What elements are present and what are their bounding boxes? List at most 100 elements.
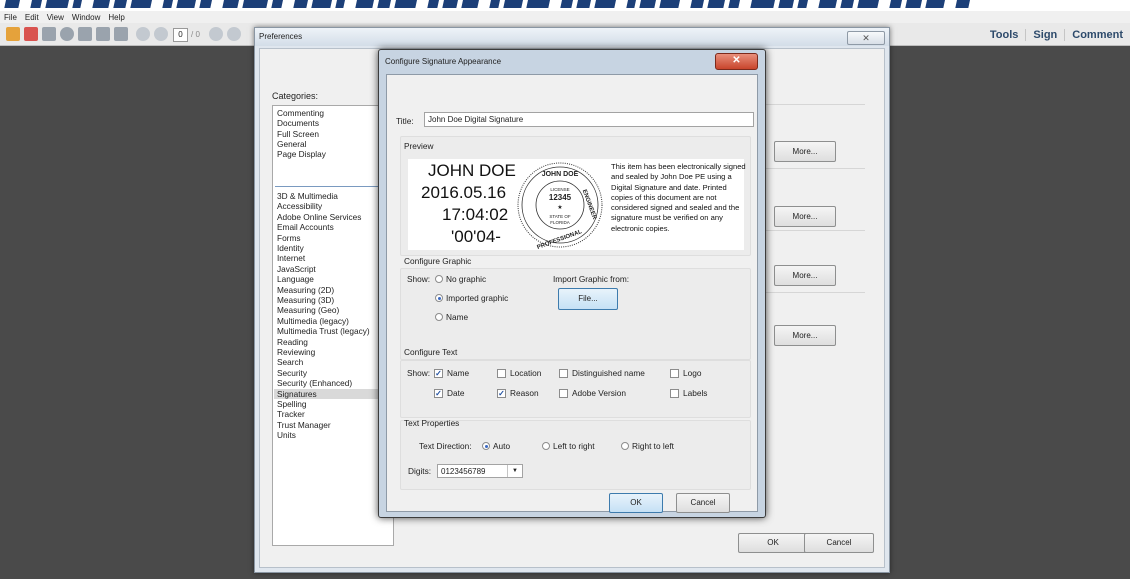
direction-auto-radio[interactable] bbox=[482, 442, 490, 450]
direction-ltr-radio[interactable] bbox=[542, 442, 550, 450]
menu-edit[interactable]: Edit bbox=[25, 13, 39, 22]
direction-ltr-label[interactable]: Left to right bbox=[553, 441, 595, 451]
preferences-cancel-button[interactable]: Cancel bbox=[804, 533, 874, 553]
category-item[interactable]: Trust Manager bbox=[277, 420, 331, 430]
category-item[interactable]: Reading bbox=[277, 337, 308, 347]
print-icon[interactable] bbox=[96, 27, 110, 41]
preferences-close-button[interactable]: ✕ bbox=[847, 31, 885, 45]
next-page-icon[interactable] bbox=[154, 27, 168, 41]
more-button[interactable]: More... bbox=[774, 265, 836, 286]
category-item[interactable]: JavaScript bbox=[277, 264, 316, 274]
menu-help[interactable]: Help bbox=[108, 13, 124, 22]
categories-list[interactable]: Commenting Documents Full Screen General Pag… bbox=[272, 105, 394, 546]
text-option-label[interactable]: Logo bbox=[683, 368, 701, 378]
imported-graphic-radio[interactable] bbox=[435, 294, 443, 302]
engineer-seal-icon: JOHN DOE LICENSE 12345 ★ STATE OF FLORID… bbox=[517, 162, 603, 249]
dialog-ok-button[interactable]: OK bbox=[609, 493, 663, 513]
text-option-checkbox[interactable]: ✓ bbox=[434, 369, 443, 378]
dialog-cancel-button[interactable]: Cancel bbox=[676, 493, 730, 513]
text-option-checkbox[interactable] bbox=[670, 369, 679, 378]
preview-statement: This item has been electronically signed… bbox=[611, 162, 746, 233]
email-icon[interactable] bbox=[114, 27, 128, 41]
edit-document-icon[interactable] bbox=[42, 27, 56, 41]
no-graphic-label[interactable]: No graphic bbox=[446, 274, 486, 284]
category-item[interactable]: 3D & Multimedia bbox=[277, 191, 338, 201]
sign-tab[interactable]: Sign bbox=[1025, 28, 1064, 41]
text-option-checkbox[interactable] bbox=[559, 369, 568, 378]
category-item[interactable]: Email Accounts bbox=[277, 222, 334, 232]
category-item[interactable]: Spelling bbox=[277, 399, 307, 409]
text-option-label[interactable]: Date bbox=[447, 388, 465, 398]
text-option-label[interactable]: Location bbox=[510, 368, 541, 378]
text-option-label[interactable]: Name bbox=[447, 368, 469, 378]
digits-value: 0123456789 bbox=[441, 467, 486, 476]
category-item[interactable]: Units bbox=[277, 430, 296, 440]
direction-auto-label[interactable]: Auto bbox=[493, 441, 510, 451]
category-item[interactable]: Identity bbox=[277, 243, 304, 253]
menu-view[interactable]: View bbox=[47, 13, 64, 22]
menu-window[interactable]: Window bbox=[72, 13, 100, 22]
text-option-label[interactable]: Adobe Version bbox=[572, 388, 626, 398]
category-item[interactable]: Measuring (Geo) bbox=[277, 305, 339, 315]
text-option-checkbox[interactable] bbox=[497, 369, 506, 378]
text-option-checkbox[interactable] bbox=[559, 389, 568, 398]
text-option-checkbox[interactable]: ✓ bbox=[434, 389, 443, 398]
zoom-out-icon[interactable] bbox=[209, 27, 223, 41]
title-input[interactable] bbox=[424, 112, 754, 127]
category-item[interactable]: Internet bbox=[277, 253, 305, 263]
imported-graphic-label[interactable]: Imported graphic bbox=[446, 293, 508, 303]
category-item[interactable]: Tracker bbox=[277, 409, 305, 419]
category-item[interactable]: Language bbox=[277, 274, 314, 284]
more-button[interactable]: More... bbox=[774, 141, 836, 162]
more-button[interactable]: More... bbox=[774, 325, 836, 346]
category-item[interactable]: Security (Enhanced) bbox=[277, 378, 352, 388]
chevron-down-icon[interactable]: ▼ bbox=[507, 465, 522, 477]
category-item[interactable]: Adobe Online Services bbox=[277, 212, 361, 222]
create-icon[interactable] bbox=[6, 27, 20, 41]
text-properties-group bbox=[400, 420, 751, 490]
cloud-icon[interactable] bbox=[60, 27, 74, 41]
digits-select[interactable]: 0123456789 ▼ bbox=[437, 464, 523, 478]
configure-text-label: Configure Text bbox=[404, 347, 458, 357]
category-item[interactable]: Reviewing bbox=[277, 347, 315, 357]
category-item[interactable]: Commenting bbox=[277, 108, 324, 118]
category-item[interactable]: Multimedia (legacy) bbox=[277, 316, 349, 326]
prev-page-icon[interactable] bbox=[136, 27, 150, 41]
category-item[interactable]: Search bbox=[277, 357, 303, 367]
category-item[interactable]: Forms bbox=[277, 233, 301, 243]
zoom-in-icon[interactable] bbox=[227, 27, 241, 41]
category-item[interactable]: General bbox=[277, 139, 307, 149]
category-item[interactable]: Multimedia Trust (legacy) bbox=[277, 326, 370, 336]
category-item-selected[interactable]: Signatures bbox=[274, 388, 393, 399]
category-item[interactable]: Full Screen bbox=[277, 129, 319, 139]
dialog-close-button[interactable]: ✕ bbox=[715, 53, 758, 70]
text-option-label[interactable]: Distinguished name bbox=[572, 368, 645, 378]
menubar: File Edit View Window Help bbox=[0, 11, 1130, 23]
combine-icon[interactable] bbox=[24, 27, 38, 41]
name-graphic-label[interactable]: Name bbox=[446, 312, 468, 322]
text-option-checkbox[interactable] bbox=[670, 389, 679, 398]
preview-name: JOHN DOE bbox=[428, 161, 516, 180]
text-option-checkbox[interactable]: ✓ bbox=[497, 389, 506, 398]
text-option-label[interactable]: Labels bbox=[683, 388, 707, 398]
tools-tab[interactable]: Tools bbox=[983, 29, 1026, 41]
category-item[interactable]: Security bbox=[277, 368, 307, 378]
category-item[interactable]: Measuring (2D) bbox=[277, 285, 334, 295]
category-item[interactable]: Page Display bbox=[277, 149, 326, 159]
text-option-label[interactable]: Reason bbox=[510, 388, 539, 398]
category-item[interactable]: Documents bbox=[277, 118, 319, 128]
more-button[interactable]: More... bbox=[774, 206, 836, 227]
save-icon[interactable] bbox=[78, 27, 92, 41]
preferences-ok-button[interactable]: OK bbox=[738, 533, 808, 553]
menu-file[interactable]: File bbox=[4, 13, 17, 22]
file-button[interactable]: File... bbox=[558, 288, 618, 310]
page-number-input[interactable]: 0 bbox=[173, 28, 188, 42]
category-item[interactable]: Measuring (3D) bbox=[277, 295, 334, 305]
category-item[interactable]: Accessibility bbox=[277, 201, 322, 211]
direction-rtl-radio[interactable] bbox=[621, 442, 629, 450]
comment-tab[interactable]: Comment bbox=[1064, 28, 1130, 41]
direction-rtl-label[interactable]: Right to left bbox=[632, 441, 674, 451]
no-graphic-radio[interactable] bbox=[435, 275, 443, 283]
name-graphic-radio[interactable] bbox=[435, 313, 443, 321]
signature-preview: JOHN DOE 2016.05.16 17:04:02 '00'04- JOH… bbox=[408, 159, 746, 250]
